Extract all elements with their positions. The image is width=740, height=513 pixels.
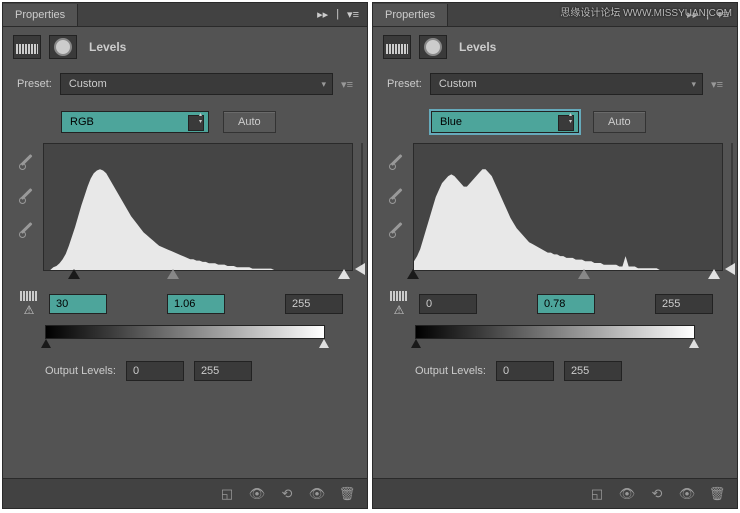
output-label: Output Levels: — [45, 365, 116, 377]
shadow-slider-handle[interactable] — [68, 269, 80, 279]
clip-warning[interactable]: ⚠ — [387, 291, 411, 317]
properties-tab[interactable]: Properties — [373, 4, 448, 26]
output-gradient[interactable] — [415, 325, 695, 339]
shadow-slider-handle[interactable] — [407, 269, 419, 279]
clip-warning[interactable]: ⚠ — [17, 291, 41, 317]
highlight-input[interactable] — [655, 294, 713, 314]
toggle-visibility-icon[interactable]: 👁 — [303, 483, 331, 505]
view-previous-icon[interactable]: 👁 — [243, 483, 271, 505]
reset-icon[interactable]: ⟲ — [643, 483, 671, 505]
preset-menu-icon[interactable]: ▾≡ — [711, 78, 723, 91]
mask-icon-box[interactable] — [49, 35, 77, 59]
output-highlight-handle[interactable] — [319, 339, 329, 348]
warning-icon: ⚠ — [24, 303, 35, 317]
midtone-slider-handle[interactable] — [167, 269, 179, 279]
midtone-slider-handle[interactable] — [578, 269, 590, 279]
output-label: Output Levels: — [415, 365, 486, 377]
adjustment-type-icon[interactable] — [13, 35, 41, 59]
histogram-chart — [44, 144, 352, 270]
histogram-display — [43, 143, 353, 271]
delete-icon[interactable]: 🗑 — [703, 483, 731, 505]
watermark-text: 思缘设计论坛 WWW.MISSYUAN.COM — [560, 4, 732, 19]
gray-point-eyedropper-icon[interactable] — [387, 185, 407, 205]
preset-value: Custom — [69, 78, 107, 90]
channel-value: RGB — [70, 116, 94, 128]
vertical-slider[interactable] — [357, 143, 367, 271]
preset-value: Custom — [439, 78, 477, 90]
view-previous-icon[interactable]: 👁 — [613, 483, 641, 505]
output-gradient[interactable] — [45, 325, 325, 339]
levels-small-icon — [20, 291, 38, 301]
output-highlight-handle[interactable] — [689, 339, 699, 348]
reset-icon[interactable]: ⟲ — [273, 483, 301, 505]
highlight-slider-handle[interactable] — [338, 269, 350, 279]
output-highlight-input[interactable] — [564, 361, 622, 381]
vertical-slider-handle-icon[interactable] — [725, 263, 735, 275]
shadow-input[interactable] — [419, 294, 477, 314]
properties-panel-right: Properties ▸▸ | ▾≡ Levels Preset: Custom… — [372, 2, 738, 509]
shadow-input[interactable] — [49, 294, 107, 314]
vertical-slider-handle-icon[interactable] — [355, 263, 365, 275]
channel-dropdown[interactable]: Blue — [431, 111, 579, 133]
midtone-input[interactable] — [537, 294, 595, 314]
preset-dropdown[interactable]: Custom — [60, 73, 333, 95]
vertical-slider[interactable] — [727, 143, 737, 271]
panel-header: Properties ▸▸ | ▾≡ — [3, 3, 367, 27]
input-slider-track[interactable] — [413, 269, 723, 281]
levels-icon — [386, 40, 408, 54]
divider-icon: | — [336, 8, 339, 21]
preset-label: Preset: — [387, 78, 422, 90]
properties-panel-left: Properties ▸▸ | ▾≡ Levels Preset: Custom… — [2, 2, 368, 509]
levels-icon — [16, 40, 38, 54]
properties-tab[interactable]: Properties — [3, 4, 78, 26]
auto-button[interactable]: Auto — [593, 111, 646, 133]
output-shadow-input[interactable] — [126, 361, 184, 381]
preset-dropdown[interactable]: Custom — [430, 73, 703, 95]
mask-icon-box[interactable] — [419, 35, 447, 59]
mask-icon — [54, 38, 72, 56]
mask-icon — [424, 38, 442, 56]
gray-point-eyedropper-icon[interactable] — [17, 185, 37, 205]
white-point-eyedropper-icon[interactable] — [387, 219, 407, 239]
histogram-chart — [414, 144, 722, 270]
adjustment-title: Levels — [89, 40, 126, 54]
preset-label: Preset: — [17, 78, 52, 90]
output-shadow-handle[interactable] — [411, 339, 421, 348]
white-point-eyedropper-icon[interactable] — [17, 219, 37, 239]
channel-dropdown[interactable]: RGB — [61, 111, 209, 133]
highlight-input[interactable] — [285, 294, 343, 314]
output-shadow-handle[interactable] — [41, 339, 51, 348]
preset-menu-icon[interactable]: ▾≡ — [341, 78, 353, 91]
adjustment-title: Levels — [459, 40, 496, 54]
collapse-icon[interactable]: ▸▸ — [317, 8, 328, 21]
adjustment-type-icon[interactable] — [383, 35, 411, 59]
black-point-eyedropper-icon[interactable] — [17, 151, 37, 171]
channel-value: Blue — [440, 116, 462, 128]
output-shadow-input[interactable] — [496, 361, 554, 381]
midtone-input[interactable] — [167, 294, 225, 314]
output-highlight-input[interactable] — [194, 361, 252, 381]
panel-menu-icon[interactable]: ▾≡ — [347, 8, 359, 21]
clip-to-layer-icon[interactable]: ◱ — [213, 483, 241, 505]
panel-footer: ◱ 👁 ⟲ 👁 🗑 — [373, 478, 737, 508]
auto-button[interactable]: Auto — [223, 111, 276, 133]
highlight-slider-handle[interactable] — [708, 269, 720, 279]
warning-icon: ⚠ — [394, 303, 405, 317]
toggle-visibility-icon[interactable]: 👁 — [673, 483, 701, 505]
black-point-eyedropper-icon[interactable] — [387, 151, 407, 171]
levels-small-icon — [390, 291, 408, 301]
delete-icon[interactable]: 🗑 — [333, 483, 361, 505]
panel-footer: ◱ 👁 ⟲ 👁 🗑 — [3, 478, 367, 508]
input-slider-track[interactable] — [43, 269, 353, 281]
histogram-display — [413, 143, 723, 271]
clip-to-layer-icon[interactable]: ◱ — [583, 483, 611, 505]
